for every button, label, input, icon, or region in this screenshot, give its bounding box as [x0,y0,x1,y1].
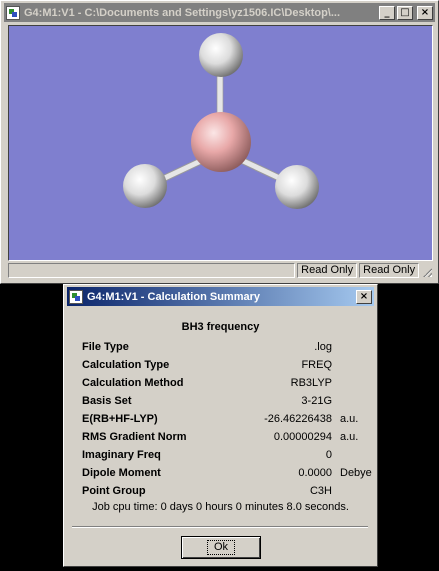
row-file-type: File Type .log [82,339,372,357]
row-label: File Type [82,341,129,353]
row-energy: E(RB+HF-LYP) -26.46226438 a.u. [82,411,372,429]
maximize-button[interactable]: □ [397,5,413,20]
row-label: Basis Set [82,395,132,407]
row-label: Calculation Type [82,359,170,371]
summary-heading: BH3 frequency [181,321,260,333]
row-rms-gradient-norm: RMS Gradient Norm 0.00000294 a.u. [82,429,372,447]
status-bar: Read Only Read Only [8,263,433,280]
ok-button[interactable]: Ok [181,536,261,559]
molecule-drawing [123,33,319,209]
status-message [8,263,296,278]
status-read-only-2: Read Only [359,263,420,278]
divider [72,526,368,528]
hydrogen-atom-left[interactable] [123,164,167,208]
ok-button-label: Ok [206,540,236,555]
row-unit: a.u. [340,431,359,443]
row-unit: Debye [340,467,372,479]
row-unit: a.u. [340,413,359,425]
row-value: 0.00000294 [273,431,332,443]
dialog-close-button[interactable]: × [356,289,372,304]
boron-atom[interactable] [191,112,251,172]
molecule-canvas[interactable] [8,25,433,261]
viewer-title: G4:M1:V1 - C:\Documents and Settings\yz1… [24,6,341,19]
row-calculation-type: Calculation Type FREQ [82,357,372,375]
row-value: .log [314,341,332,353]
row-label: Point Group [82,485,146,497]
calculation-summary-dialog: G4:M1:V1 - Calculation Summary × BH3 fre… [63,284,378,567]
row-label: Dipole Moment [82,467,161,479]
dialog-title-bar[interactable]: G4:M1:V1 - Calculation Summary × [67,287,374,306]
row-value: C3H [309,485,332,497]
hydrogen-atom-top[interactable] [199,33,243,77]
summary-table: File Type .log Calculation Type FREQ Cal… [82,339,372,501]
minimize-button[interactable]: _ [379,5,395,20]
row-label: Calculation Method [82,377,184,389]
dialog-app-icon[interactable] [69,289,83,304]
row-point-group: Point Group C3H [82,483,372,501]
row-value: 0 [325,449,332,461]
row-value: -26.46226438 [264,413,332,425]
row-value: 0.0000 [298,467,332,479]
row-imaginary-freq: Imaginary Freq 0 [82,447,372,465]
molecule-viewer-window: G4:M1:V1 - C:\Documents and Settings\yz1… [0,0,439,284]
row-value: RB3LYP [290,377,332,389]
app-icon[interactable] [6,5,20,20]
row-label: RMS Gradient Norm [82,431,187,443]
status-read-only-1: Read Only [297,263,358,278]
dialog-title: G4:M1:V1 - Calculation Summary [87,290,260,303]
row-value: FREQ [301,359,332,371]
row-calculation-method: Calculation Method RB3LYP [82,375,372,393]
row-label: Imaginary Freq [82,449,161,461]
row-basis-set: Basis Set 3-21G [82,393,372,411]
viewer-title-bar[interactable]: G4:M1:V1 - C:\Documents and Settings\yz1… [4,3,435,22]
hydrogen-atom-right[interactable] [275,165,319,209]
row-label: E(RB+HF-LYP) [82,413,158,425]
close-button[interactable]: × [417,5,433,20]
row-dipole-moment: Dipole Moment 0.0000 Debye [82,465,372,483]
job-cpu-time: Job cpu time: 0 days 0 hours 0 minutes 8… [92,501,349,513]
resize-grip[interactable] [421,263,433,278]
row-value: 3-21G [301,395,332,407]
